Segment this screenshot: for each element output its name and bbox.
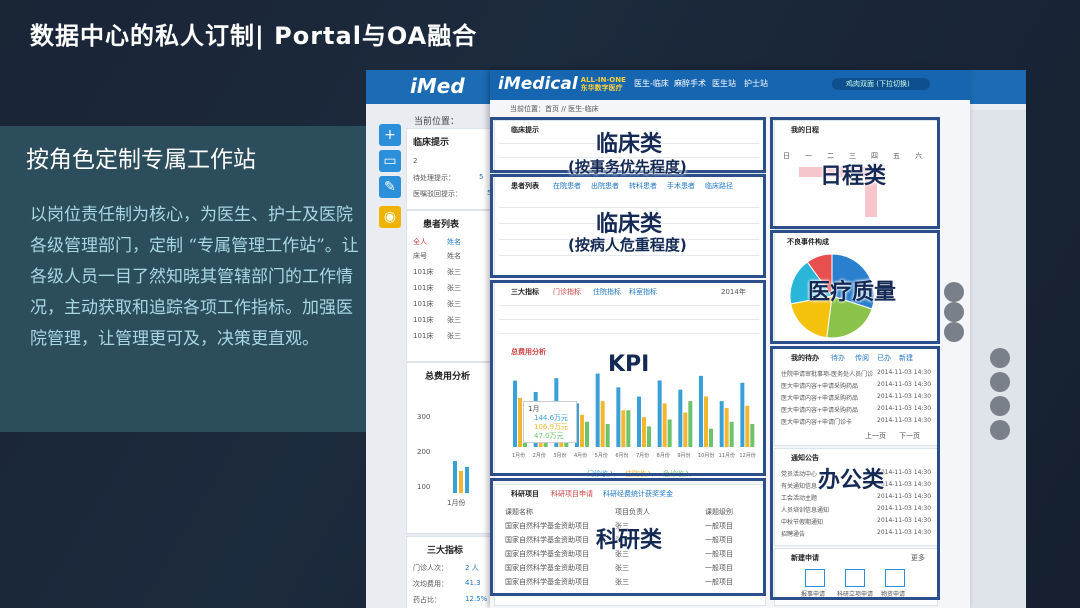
back-kpi-value: 12.5% [465, 595, 488, 603]
user-icon[interactable] [944, 302, 964, 322]
overlay-schedule: 日程类 [820, 164, 887, 189]
edit-icon[interactable]: ✎ [379, 176, 401, 198]
user-icon[interactable] [990, 348, 1010, 368]
back-kpi-label: 药占比： [413, 596, 441, 604]
back-header-bed: 床号 [413, 252, 427, 260]
back-axis-month: 1月份 [447, 499, 466, 507]
back-panel1-title: 临床提示 [413, 138, 450, 148]
back-axis-100: 100 [417, 483, 431, 491]
back-row2-label: 待处理提示： [413, 174, 455, 182]
add-icon[interactable]: + [379, 124, 401, 146]
overlay-office: 办公类 [818, 468, 885, 493]
back-row-bed: 101床 [413, 300, 434, 308]
front-logo-sub1: ALL-IN-ONE [580, 76, 626, 84]
back-tab-all[interactable]: 全人 [413, 237, 427, 247]
back-axis-200: 200 [417, 448, 431, 456]
back-row-bed: 101床 [413, 316, 434, 324]
back-row-bed: 101床 [413, 284, 434, 292]
back-panel4-title: 三大指标 [427, 546, 464, 556]
front-logo-sub2: 东华数字医疗 [580, 84, 623, 92]
collapse-icon[interactable] [990, 420, 1010, 440]
front-logo-main: iMedical [498, 74, 578, 94]
back-row-name: 张三 [447, 284, 461, 292]
highlight-kpi [490, 280, 766, 476]
overlay-clinical-1: 临床类 [596, 132, 663, 157]
slide-body-text: 以岗位责任制为核心，为医生、护士及医院各级管理部门，定制 “专属管理工作站”。让… [30, 205, 359, 349]
back-panel-kpi: 三大指标 门诊人次： 2 人 次均费用： 41.3 药占比： 12.5% [406, 536, 498, 608]
back-row2-value: 5 [479, 173, 484, 181]
nav-tab-doctor[interactable]: 医生站 [712, 78, 736, 89]
back-logo: iMed [410, 74, 465, 98]
back-row-name: 张三 [447, 268, 461, 276]
slide-title: 数据中心的私人订制| Portal与OA融合 [30, 22, 478, 50]
back-row3-label: 医嘱驳回提示： [413, 190, 462, 198]
back-kpi-value: 41.3 [465, 579, 481, 587]
overlay-kpi: KPI [608, 352, 650, 377]
back-row-name: 张三 [447, 316, 461, 324]
back-panel2-title: 患者列表 [423, 220, 460, 230]
back-tab-name[interactable]: 姓名 [447, 237, 461, 247]
back-bar [459, 471, 463, 493]
back-bar [453, 461, 457, 493]
back-row-name: 张三 [447, 300, 461, 308]
back-row-bed: 101床 [413, 268, 434, 276]
back-kpi-label: 门诊人次： [413, 564, 448, 572]
user-icon[interactable] [990, 372, 1010, 392]
back-panel-cost: 总费用分析 300 200 100 1月份 [406, 362, 498, 534]
back-row-name: 张三 [447, 332, 461, 340]
nav-tab-anesthesia[interactable]: 麻醉手术 [674, 78, 706, 89]
back-header-name: 姓名 [447, 252, 461, 260]
eye-icon[interactable]: ◉ [379, 206, 401, 228]
overlay-research: 科研类 [596, 528, 663, 553]
back-axis-300: 300 [417, 413, 431, 421]
back-location: 当前位置： [414, 117, 460, 127]
overlay-clinical-2-sub: (按病人危重程度) [568, 236, 687, 254]
front-logo: iMedical ALL-IN-ONE 东华数字医疗 [498, 74, 626, 94]
back-kpi-label: 次均费用： [413, 580, 448, 588]
gear-icon[interactable] [944, 322, 964, 342]
back-kpi-value: 2 人 [465, 564, 479, 572]
back-row1-value: 2 [413, 157, 418, 165]
nav-tab-clinical[interactable]: 医生-临床 [634, 78, 669, 89]
overlay-clinical-1-sub: (按事务优先程度) [568, 158, 687, 176]
monitor-icon[interactable]: ▭ [379, 150, 401, 172]
slide-subheading: 按角色定制专属工作站 [26, 147, 256, 173]
back-panel3-title: 总费用分析 [425, 372, 471, 382]
back-row-bed: 101床 [413, 332, 434, 340]
back-bar [465, 467, 469, 493]
back-panel-patients: 患者列表 全人 姓名 床号 姓名 101床 张三 101床 张三 101床 张三… [406, 210, 498, 362]
user-icon[interactable] [944, 282, 964, 302]
front-location: 当前位置：首页 // 医生-临床 [510, 105, 599, 113]
back-panel-clinical: 临床提示 2 待处理提示： 医嘱驳回提示： 5 5 [406, 128, 498, 210]
user-switcher[interactable]: 鸡肉双面 (下拉切换) [832, 78, 930, 90]
overlay-quality: 医疗质量 [808, 280, 897, 305]
nav-tab-nurse[interactable]: 护士站 [744, 78, 768, 89]
gear-icon[interactable] [990, 396, 1010, 416]
